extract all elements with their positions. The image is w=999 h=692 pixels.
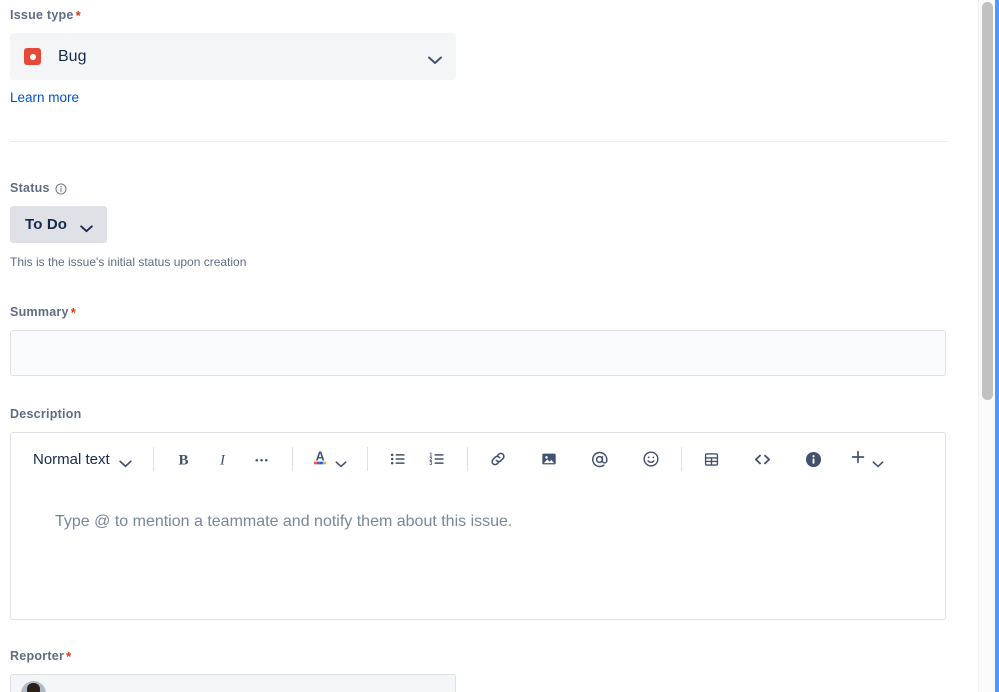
toolbar-separator <box>466 447 468 471</box>
numbered-list-icon[interactable]: 1 2 3 <box>421 443 453 475</box>
description-field: Description Normal text B I A 1 2 3 Type… <box>10 406 946 620</box>
summary-field: Summary * <box>10 304 946 376</box>
section-divider <box>10 141 948 142</box>
status-value: To Do <box>25 216 68 233</box>
status-field: Status To Do This is the issue's initial… <box>10 180 246 270</box>
chevron-down-icon <box>80 220 94 233</box>
status-helper-text: This is the issue's initial status upon … <box>10 255 247 269</box>
emoji-icon[interactable] <box>635 443 667 475</box>
svg-text:B: B <box>179 452 189 468</box>
image-icon[interactable] <box>533 443 565 475</box>
issue-type-value: Bug <box>58 47 87 65</box>
reporter-label: Reporter * <box>10 648 456 664</box>
toolbar-separator <box>366 447 368 471</box>
description-label-text: Description <box>10 407 82 421</box>
table-icon[interactable] <box>696 443 728 475</box>
bug-icon <box>24 48 41 65</box>
issue-create-form-scroll-area: Issue type * Bug Learn more Status To Do… <box>0 0 978 692</box>
reporter-label-text: Reporter <box>10 649 65 663</box>
learn-more-link[interactable]: Learn more <box>10 90 79 105</box>
svg-text:I: I <box>219 452 226 468</box>
toolbar-separator <box>291 447 293 471</box>
status-label: Status <box>10 180 246 196</box>
window-edge-highlight <box>995 0 999 692</box>
required-asterisk: * <box>66 649 72 664</box>
reporter-select[interactable] <box>10 674 456 692</box>
toolbar-separator <box>680 447 682 471</box>
editor-toolbar: Normal text B I A 1 2 3 <box>11 433 945 485</box>
italic-icon[interactable]: I <box>207 443 239 475</box>
svg-text:A: A <box>315 449 324 463</box>
description-placeholder: Type @ to mention a teammate and notify … <box>55 513 513 530</box>
chevron-down-icon <box>428 52 442 64</box>
info-panel-icon[interactable] <box>798 443 830 475</box>
bold-icon[interactable]: B <box>168 443 200 475</box>
issue-type-label-text: Issue type <box>10 8 74 22</box>
required-asterisk: * <box>75 8 81 23</box>
plus-icon <box>848 447 868 472</box>
status-select[interactable]: To Do <box>10 206 108 243</box>
bulleted-list-icon[interactable] <box>382 443 414 475</box>
svg-text:3: 3 <box>429 461 432 467</box>
code-snippet-icon[interactable] <box>747 443 779 475</box>
description-editor: Normal text B I A 1 2 3 Type @ to mentio… <box>10 432 946 620</box>
info-outline-icon[interactable] <box>55 183 67 195</box>
summary-label: Summary * <box>10 304 946 320</box>
reporter-field: Reporter * <box>10 648 456 692</box>
issue-type-label: Issue type * <box>10 7 456 23</box>
chevron-down-icon <box>119 455 133 467</box>
text-style-dropdown[interactable]: Normal text <box>23 443 139 475</box>
insert-more-dropdown[interactable] <box>844 443 890 475</box>
issue-type-select[interactable]: Bug <box>10 33 456 80</box>
avatar <box>21 680 46 692</box>
description-editor-body[interactable]: Type @ to mention a teammate and notify … <box>11 485 945 533</box>
status-label-text: Status <box>10 181 50 195</box>
issue-type-field: Issue type * Bug Learn more <box>10 7 456 107</box>
summary-input[interactable] <box>10 330 946 376</box>
toolbar-separator <box>152 447 154 471</box>
text-color-dropdown[interactable]: A <box>307 443 353 475</box>
mention-icon[interactable] <box>584 443 616 475</box>
text-style-label: Normal text <box>33 450 110 468</box>
required-asterisk: * <box>70 305 77 320</box>
chevron-down-icon <box>872 455 886 467</box>
summary-label-text: Summary <box>10 305 69 319</box>
vertical-scrollbar-thumb[interactable] <box>982 2 993 400</box>
text-color-icon: A <box>311 447 331 472</box>
more-formatting-icon[interactable] <box>246 443 278 475</box>
link-icon[interactable] <box>482 443 514 475</box>
description-label: Description <box>10 406 946 422</box>
chevron-down-icon <box>335 455 349 467</box>
